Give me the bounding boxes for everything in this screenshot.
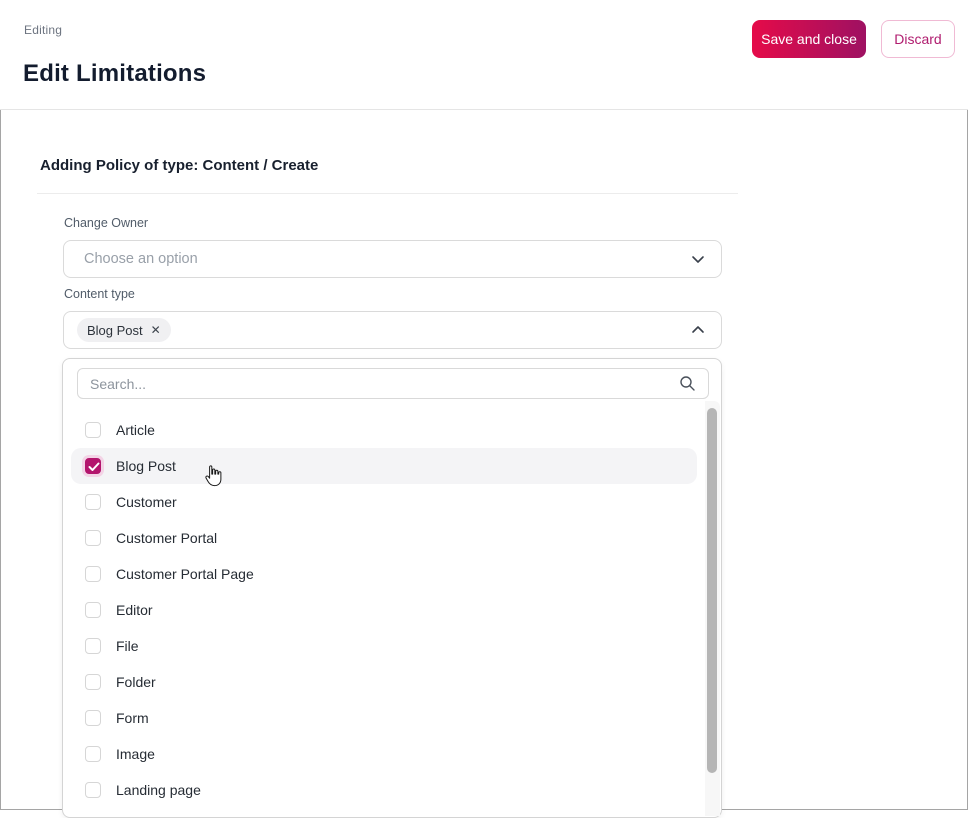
list-item-label: Form [116,710,149,726]
list-item[interactable]: File [71,628,697,664]
search-icon [679,375,696,392]
chevron-down-icon [689,250,707,268]
list-item-label: Customer [116,494,177,510]
chevron-up-icon [689,321,707,339]
list-item-label: Folder [116,674,156,690]
checkbox[interactable] [85,494,101,510]
chip-label: Blog Post [87,322,143,338]
checkbox[interactable] [85,422,101,438]
list-item[interactable]: Image [71,736,697,772]
list-item-label: File [116,638,139,654]
checkbox[interactable] [85,530,101,546]
chip-remove-icon[interactable]: ✕ [151,324,161,336]
checkbox[interactable] [85,782,101,798]
content-type-dropdown: Article Blog Post Customer Customer Port… [62,358,722,818]
list-item[interactable]: Folder [71,664,697,700]
list-item-label: Customer Portal [116,530,218,546]
scrollbar-thumb[interactable] [707,408,717,773]
list-item[interactable]: Customer Portal Page [71,556,697,592]
list-item-label: Blog Post [116,458,176,474]
content-type-select[interactable]: Blog Post ✕ [63,311,722,349]
list-item-label: Customer Portal Page [116,566,254,582]
checkbox[interactable] [85,710,101,726]
checkbox[interactable] [85,746,101,762]
save-and-close-button[interactable]: Save and close [752,20,866,58]
checkbox[interactable] [85,638,101,654]
list-item[interactable]: Editor [71,592,697,628]
change-owner-placeholder: Choose an option [84,251,198,267]
search-input[interactable] [90,375,679,392]
list-item[interactable]: Customer Portal [71,520,697,556]
page-title: Edit Limitations [23,60,207,87]
content-type-label: Content type [64,287,135,301]
dropdown-scrollbar[interactable] [705,401,720,816]
list-item-label: Landing page [116,782,201,798]
list-item[interactable]: Customer [71,484,697,520]
checkbox[interactable] [85,602,101,618]
page-header: Editing Edit Limitations Save and close … [0,0,968,110]
section-divider [37,193,738,194]
search-field[interactable] [77,368,709,399]
checkbox[interactable] [85,674,101,690]
section-heading: Adding Policy of type: Content / Create [40,157,319,174]
checkbox[interactable] [85,458,101,474]
list-item[interactable]: Article [71,412,697,448]
list-item[interactable]: Blog Post [71,448,697,484]
breadcrumb: Editing [24,23,63,37]
list-item-label: Article [116,422,155,438]
list-item[interactable]: Form [71,700,697,736]
list-item-label: Editor [116,602,153,618]
discard-button[interactable]: Discard [881,20,955,58]
options-list: Article Blog Post Customer Customer Port… [63,412,697,808]
list-item[interactable]: Landing page [71,772,697,808]
checkbox[interactable] [85,566,101,582]
list-item-label: Image [116,746,155,762]
change-owner-select[interactable]: Choose an option [63,240,722,278]
change-owner-label: Change Owner [64,216,149,230]
selected-chip: Blog Post ✕ [77,318,171,342]
